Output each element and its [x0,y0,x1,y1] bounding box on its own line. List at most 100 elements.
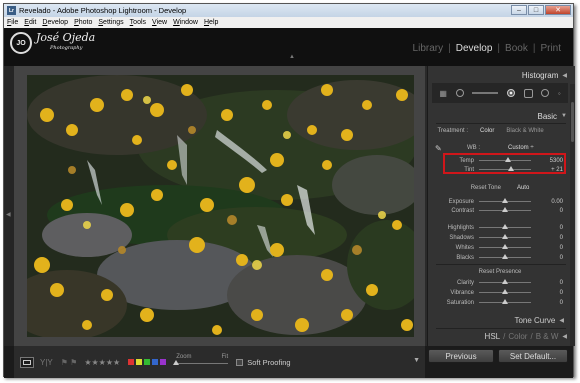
wb-select[interactable]: Custom ÷ [508,145,534,151]
identity-subtitle: Photography [50,45,83,51]
saturation-slider[interactable] [479,299,531,304]
menu-tools[interactable]: Tools [130,19,146,26]
previous-button[interactable]: Previous [428,349,494,363]
develop-toolbar: Y|Y ⚑ ⚑ ★★★★★ Zoom Fit Soft Proofing ▼ [14,346,425,378]
slider-row-shadows: Shadows 0 [432,233,568,242]
loupe-photo[interactable] [27,75,414,337]
vibrance-value[interactable]: 0 [533,290,563,296]
hsl-tab[interactable]: HSL [485,332,501,341]
contrast-slider[interactable] [479,207,531,212]
top-panel-toggle-icon[interactable]: ▲ [289,54,295,60]
color-labels [128,359,167,365]
menu-develop[interactable]: Develop [42,19,68,26]
maximize-button[interactable]: □ [528,5,544,15]
blacks-value[interactable]: 0 [533,255,563,261]
whites-slider[interactable] [479,244,531,249]
contrast-value[interactable]: 0 [533,208,563,214]
module-develop[interactable]: Develop [456,43,493,54]
saturation-value[interactable]: 0 [533,300,563,306]
compare-view-button[interactable]: Y|Y [40,358,53,367]
shadows-value[interactable]: 0 [533,235,563,241]
zoom-slider-knob[interactable] [173,360,180,365]
star-rating[interactable]: ★★★★★ [84,358,120,367]
graduated-filter-icon[interactable] [541,89,550,97]
blacks-slider-knob[interactable] [502,254,508,259]
loupe-view-button[interactable] [20,356,34,368]
treatment-black-white[interactable]: Black & White [506,128,543,134]
left-panel-toggle-icon[interactable]: ◀ [6,211,11,218]
hsl-collapse-icon[interactable]: ◀ [562,333,567,340]
color-label-3[interactable] [152,359,159,365]
minimize-button[interactable]: – [511,5,527,15]
red-eye-icon[interactable] [523,88,533,98]
blacks-slider[interactable] [479,254,531,259]
tone-curve-header[interactable]: Tone Curve ◀ [431,315,567,326]
menu-file[interactable]: File [7,19,18,26]
saturation-slider-knob[interactable] [502,299,508,304]
tool-strip: ▦ ◦ [432,83,568,103]
eyedropper-icon[interactable]: ✎ [435,144,447,153]
close-button[interactable]: ✕ [545,5,571,15]
adjustment-brush-icon[interactable]: ◦ [558,89,561,98]
soft-proofing-toggle[interactable]: Soft Proofing [236,358,291,367]
exposure-slider-knob[interactable] [502,198,508,203]
exposure-value[interactable]: 0.00 [533,199,563,205]
vibrance-slider-knob[interactable] [502,289,508,294]
color-tab[interactable]: Color [508,332,527,341]
module-header: JO José Ojeda Photography Library | Deve… [4,28,573,66]
zoom-slider[interactable] [173,360,229,365]
zoom-control: Zoom Fit [173,354,229,370]
divider [436,328,566,329]
whites-value[interactable]: 0 [533,245,563,251]
auto-tone-button[interactable]: Auto [517,185,529,191]
menu-settings[interactable]: Settings [98,19,123,26]
module-library[interactable]: Library [413,43,444,54]
treatment-color[interactable]: Color [480,128,494,134]
set-default-button[interactable]: Set Default... [498,349,568,363]
histogram-collapse-icon[interactable]: ◀ [562,72,567,79]
soft-proofing-checkbox[interactable] [236,358,244,366]
bw-tab[interactable]: B & W [536,332,559,341]
clarity-slider[interactable] [479,279,531,284]
highlights-slider[interactable] [479,224,531,229]
spot-removal-icon[interactable] [506,89,515,97]
basic-header[interactable]: Basic ▼ [431,110,567,122]
exposure-slider[interactable] [479,198,531,203]
histogram-header[interactable]: Histogram ◀ [431,69,567,81]
basic-collapse-icon[interactable]: ▼ [561,113,567,119]
scrollbar-thumb[interactable] [571,102,574,142]
identity-logo-icon: JO [10,32,32,54]
menu-window[interactable]: Window [173,19,198,26]
color-label-2[interactable] [144,359,151,365]
toolbar-menu-icon[interactable]: ▼ [413,357,420,364]
saturation-label: Saturation [446,299,474,306]
zoom-fit-label[interactable]: Fit [222,354,229,360]
photo-canvas [14,66,425,346]
tone-curve-collapse-icon[interactable]: ◀ [559,317,564,324]
menu-view[interactable]: View [152,19,167,26]
menu-help[interactable]: Help [204,19,218,26]
right-panel-scrollbar[interactable] [570,84,575,346]
shadows-slider[interactable] [479,234,531,239]
clarity-slider-knob[interactable] [502,279,508,284]
hsl-header[interactable]: HSL / Color / B & W ◀ [431,331,567,342]
highlights-value[interactable]: 0 [533,225,563,231]
module-print[interactable]: Print [540,43,561,54]
flag-icons[interactable]: ⚑ ⚑ [61,358,78,367]
module-book[interactable]: Book [505,43,528,54]
vibrance-slider[interactable] [479,289,531,294]
menu-photo[interactable]: Photo [74,19,92,26]
menu-edit[interactable]: Edit [24,19,36,26]
clarity-value[interactable]: 0 [533,280,563,286]
crop-icon[interactable] [455,89,464,97]
reset-tone-label[interactable]: Reset Tone [471,185,501,191]
contrast-slider-knob[interactable] [502,207,508,212]
color-label-1[interactable] [136,359,143,365]
whites-slider-knob[interactable] [502,244,508,249]
reset-presence-label[interactable]: Reset Presence [432,269,568,275]
shadows-slider-knob[interactable] [502,234,508,239]
color-label-0[interactable] [128,359,135,365]
grid-overlay-icon[interactable]: ▦ [439,89,447,98]
color-label-4[interactable] [160,359,167,365]
highlights-slider-knob[interactable] [502,224,508,229]
